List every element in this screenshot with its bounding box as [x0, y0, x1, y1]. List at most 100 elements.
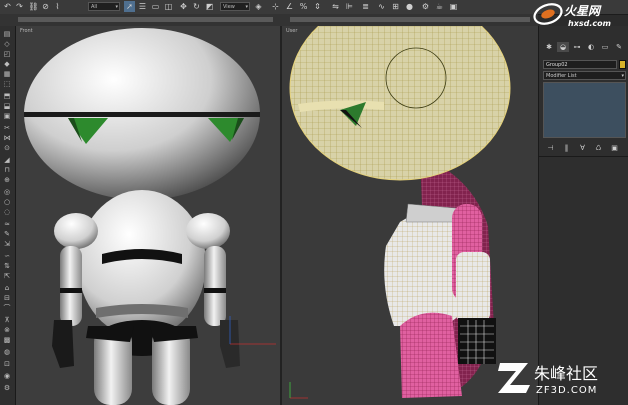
- align-icon[interactable]: ⊫: [344, 1, 355, 12]
- show-end-result-icon[interactable]: ‖: [561, 144, 572, 152]
- hierarchy-tab-icon[interactable]: ⊶: [571, 42, 583, 52]
- reference-coordinate-value: View: [223, 4, 235, 10]
- modify-tab-icon[interactable]: ◒: [557, 42, 569, 52]
- motion-tab-icon[interactable]: ◐: [585, 42, 597, 52]
- object-name-field[interactable]: Group02: [543, 60, 617, 69]
- polygon-icon[interactable]: ◇: [2, 40, 12, 48]
- robot-front-render: [24, 28, 276, 405]
- zf3d-logo-url: ZF3D.COM: [536, 385, 597, 396]
- render-frame-icon[interactable]: ▣: [448, 1, 459, 12]
- remove-modifier-icon[interactable]: ♺: [593, 144, 604, 152]
- cut-icon[interactable]: ✂: [2, 124, 12, 132]
- settings-icon[interactable]: ⚙: [2, 384, 12, 392]
- hxsd-logo-mark: 火星网 hxsd.com: [533, 3, 611, 28]
- render-setup-icon[interactable]: ⚙: [420, 1, 431, 12]
- zf3d-logo: 朱峰社区 ZF3D.COM: [496, 355, 626, 401]
- make-unique-icon[interactable]: ∀: [577, 144, 588, 152]
- subobject-icon[interactable]: ◉: [2, 372, 12, 380]
- mesh-smooth-icon[interactable]: ◍: [2, 348, 12, 356]
- ribbon-grip[interactable]: [18, 17, 273, 22]
- redo-icon[interactable]: ↷: [14, 1, 25, 12]
- select-by-name-icon[interactable]: ☰: [137, 1, 148, 12]
- chamfer-icon[interactable]: ◢: [2, 156, 12, 164]
- curve-editor-icon[interactable]: ∿: [376, 1, 387, 12]
- tessellate-icon[interactable]: ▩: [2, 336, 12, 344]
- graphite-tool-icon[interactable]: ▤: [2, 30, 12, 38]
- create-tab-icon[interactable]: ✱: [543, 42, 555, 52]
- scale-icon[interactable]: ◩: [204, 1, 215, 12]
- preserve-uv-icon[interactable]: ⊡: [2, 360, 12, 368]
- unlink-icon[interactable]: ⊘: [40, 1, 51, 12]
- link-icon[interactable]: ⛓: [28, 1, 39, 12]
- modifier-stack[interactable]: [543, 82, 626, 138]
- zf3d-logo-title: 朱峰社区: [534, 364, 598, 383]
- window-crossing-icon[interactable]: ◫: [163, 1, 174, 12]
- element-icon[interactable]: ⬚: [2, 80, 12, 88]
- pivot-icon[interactable]: ◈: [253, 1, 264, 12]
- viewport-label[interactable]: User: [286, 28, 297, 34]
- shift-icon[interactable]: ⇲: [2, 240, 12, 248]
- selection-filter-dropdown[interactable]: All ▾: [88, 2, 120, 11]
- material-editor-icon[interactable]: ●: [404, 1, 415, 12]
- swift-loop-icon[interactable]: ◎: [2, 188, 12, 196]
- front-viewport[interactable]: Front: [16, 26, 280, 405]
- display-tab-icon[interactable]: ▭: [599, 42, 611, 52]
- layer-icon[interactable]: ≣: [360, 1, 371, 12]
- weld-icon[interactable]: ⊙: [2, 144, 12, 152]
- hxsd-logo-url: hxsd.com: [568, 19, 611, 28]
- hxsd-logo: 火星网 hxsd.com: [528, 0, 628, 30]
- schematic-icon[interactable]: ⊞: [390, 1, 401, 12]
- edge-icon[interactable]: ◰: [2, 50, 12, 58]
- zf3d-logo-mark: 朱峰社区 ZF3D.COM: [498, 363, 598, 396]
- flip-icon[interactable]: ⇅: [2, 262, 12, 270]
- divide-icon[interactable]: ⊗: [2, 326, 12, 334]
- user-viewport[interactable]: User: [282, 26, 538, 405]
- bevel-icon[interactable]: ⬓: [2, 102, 12, 110]
- ribbon-grip[interactable]: [290, 17, 530, 22]
- rotate-icon[interactable]: ↻: [191, 1, 202, 12]
- relax-icon[interactable]: ≈: [2, 220, 12, 228]
- extrude-icon[interactable]: ⬒: [2, 92, 12, 100]
- detach-icon[interactable]: ⇱: [2, 272, 12, 280]
- chevron-down-icon: ▾: [115, 4, 118, 10]
- object-color-swatch[interactable]: [619, 60, 626, 69]
- mirror-icon[interactable]: ⇋: [330, 1, 341, 12]
- border-icon[interactable]: ▦: [2, 70, 12, 78]
- collapse-icon[interactable]: ⊼: [2, 316, 12, 324]
- bridge-icon[interactable]: ⊓: [2, 166, 12, 174]
- panel-divider: [539, 156, 628, 157]
- slice-icon[interactable]: ⊟: [2, 294, 12, 302]
- pin-stack-icon[interactable]: ⊣: [545, 144, 556, 152]
- selection-filter-value: All: [91, 4, 98, 10]
- command-panel: ✱ ◒ ⊶ ◐ ▭ ✎ Group02 Modifier List ▾ ⊣ ‖ ∀…: [538, 26, 628, 405]
- cap-icon[interactable]: ⌂: [2, 284, 12, 292]
- undo-icon[interactable]: ↶: [2, 1, 13, 12]
- hinge-icon[interactable]: ⌒: [2, 304, 12, 312]
- bind-icon[interactable]: ⌇: [52, 1, 63, 12]
- paint-deform-icon[interactable]: ✎: [2, 230, 12, 238]
- spinner-snap-icon[interactable]: ⇕: [312, 1, 323, 12]
- modifier-list-dropdown[interactable]: Modifier List ▾: [543, 71, 626, 80]
- vertex-icon[interactable]: ◆: [2, 60, 12, 68]
- chevron-down-icon: ▾: [245, 4, 248, 10]
- select-icon[interactable]: ➚: [124, 1, 135, 12]
- region-select-icon[interactable]: ▭: [150, 1, 161, 12]
- render-icon[interactable]: ☕: [434, 1, 445, 12]
- inset-icon[interactable]: ▣: [2, 112, 12, 120]
- ring-icon[interactable]: ○: [2, 198, 12, 206]
- snap-icon[interactable]: ⊹: [270, 1, 281, 12]
- smooth-icon[interactable]: ∽: [2, 252, 12, 260]
- percent-snap-icon[interactable]: %: [298, 1, 309, 12]
- target-weld-icon[interactable]: ⊕: [2, 176, 12, 184]
- viewport-label[interactable]: Front: [20, 28, 33, 34]
- move-icon[interactable]: ✥: [178, 1, 189, 12]
- robot-wireframe-render: [289, 26, 511, 399]
- left-tool-strip: ▤ ◇ ◰ ◆ ▦ ⬚ ⬒ ⬓ ▣ ✂ ⋈ ⊙ ◢ ⊓ ⊕ ◎ ○ ◌ ≈ ✎ …: [0, 26, 16, 405]
- reference-coordinate-dropdown[interactable]: View ▾: [220, 2, 250, 11]
- connect-icon[interactable]: ⋈: [2, 134, 12, 142]
- configure-sets-icon[interactable]: ▣: [609, 144, 620, 152]
- chevron-down-icon: ▾: [621, 73, 624, 79]
- utilities-tab-icon[interactable]: ✎: [613, 42, 625, 52]
- angle-snap-icon[interactable]: ∠: [284, 1, 295, 12]
- loop-icon[interactable]: ◌: [2, 208, 12, 216]
